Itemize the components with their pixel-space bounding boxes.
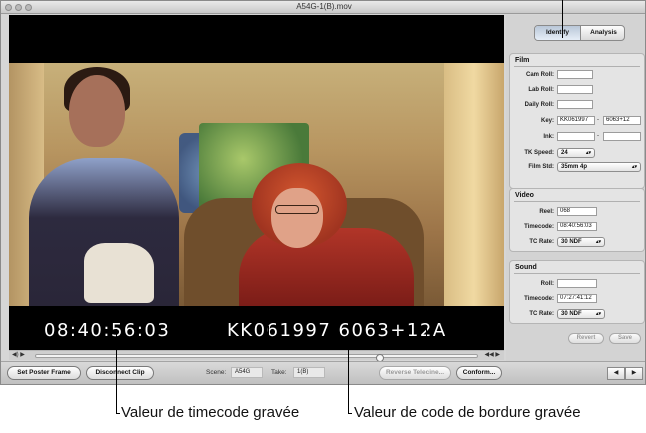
film-std-label: Film Std: <box>528 164 554 170</box>
tab-identify[interactable]: Identify <box>535 26 580 40</box>
playback-scrubber[interactable]: ◀) ▶ ◀◀ ▶ <box>9 350 504 362</box>
tk-speed-label: TK Speed: <box>524 150 554 156</box>
reel-field[interactable]: 068 <box>557 207 597 216</box>
panel-tabs: Identify Analysis <box>534 25 625 41</box>
sound-timecode-field[interactable]: 07:27:41:12 <box>557 294 597 303</box>
sound-group: Sound Roll: Timecode: 07:27:41:12 TC Rat… <box>509 260 645 324</box>
reverse-telecine-button[interactable]: Reverse Telecine... <box>379 366 451 380</box>
set-poster-frame-button[interactable]: Set Poster Frame <box>7 366 81 380</box>
ink-field-b[interactable] <box>603 132 641 141</box>
key-label: Key: <box>540 118 554 124</box>
scrub-track[interactable] <box>35 354 478 362</box>
sound-timecode-label: Timecode: <box>524 296 554 302</box>
side-panel: Identify Analysis Film Cam Roll: Lab Rol… <box>506 15 645 361</box>
step-buttons-icon[interactable]: ◀◀ ▶ <box>484 351 500 360</box>
scene-label: Scene: <box>206 369 227 376</box>
callout-line-timecode <box>116 329 117 414</box>
callout-line-keycode <box>348 339 349 414</box>
film-std-select[interactable]: 35mm 4p ▴▾ <box>557 162 641 172</box>
video-group: Video Reel: 068 Timecode: 08:40:56:03 TC… <box>509 188 645 252</box>
app-window: A54G-1(B).mov 08:40:56:03 KK061997 6063+… <box>0 0 646 385</box>
video-tc-rate-select[interactable]: 30 NDF ▴▾ <box>557 237 605 247</box>
revert-button[interactable]: Revert <box>568 333 604 344</box>
conform-button[interactable]: Conform... <box>456 366 502 380</box>
ink-label: Ink: <box>543 134 554 140</box>
daily-roll-field[interactable] <box>557 100 593 109</box>
tab-analysis[interactable]: Analysis <box>581 26 624 40</box>
film-group: Film Cam Roll: Lab Roll: Daily Roll: Key… <box>509 53 645 189</box>
callout-line-tabs <box>562 0 563 38</box>
next-icon[interactable]: ▶ <box>625 367 643 380</box>
sound-roll-field[interactable] <box>557 279 597 288</box>
burned-in-timecode: 08:40:56:03 <box>44 320 171 341</box>
cam-roll-field[interactable] <box>557 70 593 79</box>
key-prefix-field[interactable]: KK061997 <box>557 116 595 125</box>
tk-speed-select[interactable]: 24 ▴▾ <box>557 148 595 158</box>
video-timecode-field[interactable]: 08:40:56:03 <box>557 222 597 231</box>
video-group-title: Video <box>515 192 534 199</box>
video-timecode-label: Timecode: <box>524 224 554 230</box>
lab-roll-label: Lab Roll: <box>528 87 554 93</box>
sound-roll-label: Roll: <box>540 281 554 287</box>
take-field[interactable]: 1(B) <box>293 367 325 378</box>
title-bar: A54G-1(B).mov <box>1 1 645 14</box>
sound-tc-rate-select[interactable]: 30 NDF ▴▾ <box>557 309 605 319</box>
lab-roll-field[interactable] <box>557 85 593 94</box>
caption-burned-timecode: Valeur de timecode gravée <box>121 404 300 421</box>
sound-group-title: Sound <box>515 264 537 271</box>
burned-in-keycode: KK061997 6063+12A <box>227 320 447 341</box>
key-value-field[interactable]: 6063+12 <box>603 116 641 125</box>
previous-icon[interactable]: ◀ <box>607 367 625 380</box>
video-viewer[interactable]: 08:40:56:03 KK061997 6063+12A <box>9 15 504 350</box>
film-group-title: Film <box>515 57 530 64</box>
take-label: Take: <box>271 369 287 376</box>
ink-field-a[interactable] <box>557 132 595 141</box>
window-title: A54G-1(B).mov <box>296 2 352 11</box>
bottom-toolbar: Set Poster Frame Disconnect Clip Scene: … <box>1 361 645 384</box>
disconnect-clip-button[interactable]: Disconnect Clip <box>86 366 154 380</box>
video-tc-rate-label: TC Rate: <box>529 239 554 245</box>
callout-bracket-keycode <box>268 326 269 339</box>
save-button[interactable]: Save <box>609 333 641 344</box>
daily-roll-label: Daily Roll: <box>524 102 554 108</box>
cam-roll-label: Cam Roll: <box>525 72 554 78</box>
video-frame-image <box>9 63 504 306</box>
caption-burned-keycode: Valeur de code de bordure gravée <box>354 404 581 421</box>
volume-icon[interactable]: ◀) ▶ <box>12 351 25 360</box>
sound-tc-rate-label: TC Rate: <box>529 311 554 317</box>
reel-label: Reel: <box>539 209 554 215</box>
scene-field[interactable]: A54G <box>231 367 263 378</box>
